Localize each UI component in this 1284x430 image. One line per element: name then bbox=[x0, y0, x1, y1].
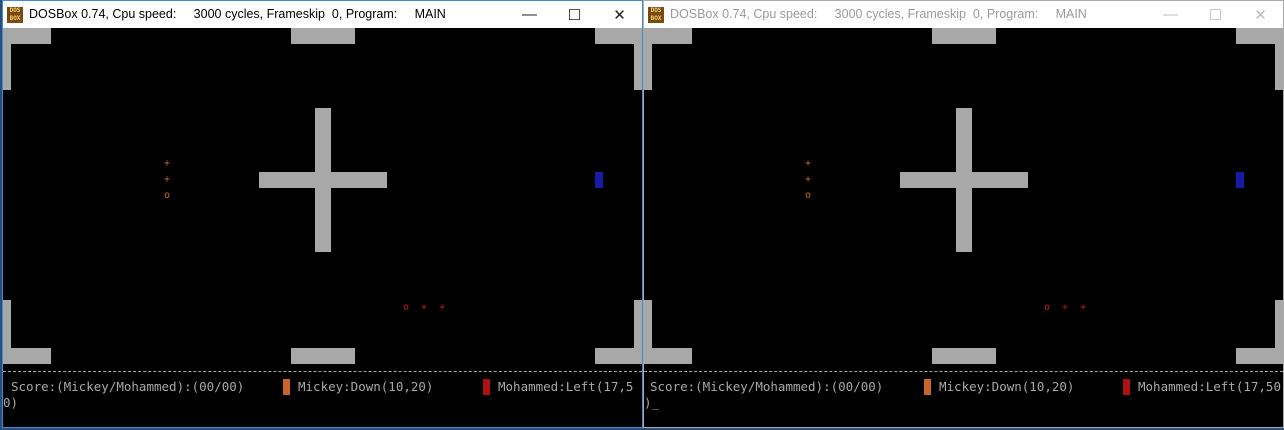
dosbox-window-right[interactable]: DOS BOX DOSBox 0.74, Cpu speed: 3000 cycl… bbox=[643, 0, 1284, 428]
window-title: DOSBox 0.74, Cpu speed: 3000 cycles, Fra… bbox=[29, 7, 446, 21]
score-text: Score:(Mickey/Mohammed):(00/00) bbox=[11, 379, 245, 394]
game-screen[interactable]: + + o o + + Score:(Mickey/Mohammed):(00/… bbox=[644, 28, 1283, 427]
wall-bottom-center bbox=[291, 348, 355, 364]
wall-top-center bbox=[932, 28, 996, 44]
snake-segment: + bbox=[164, 174, 171, 185]
player1-snake: + + o bbox=[805, 159, 811, 201]
wall-bottom-left-v bbox=[644, 300, 652, 364]
close-button[interactable]: ✕ bbox=[597, 1, 642, 28]
player2-color-swatch bbox=[1123, 379, 1130, 395]
wall-top-right-v bbox=[1275, 28, 1283, 90]
snake-segment: + bbox=[805, 158, 812, 169]
status-continuation: )_ bbox=[644, 395, 660, 410]
blue-block bbox=[595, 172, 603, 188]
cross-vertical bbox=[956, 108, 972, 252]
player2-status: Mohammed:Left(17,5 bbox=[498, 379, 634, 394]
snake-head: o bbox=[164, 190, 171, 201]
wall-bottom-right-v bbox=[1275, 300, 1283, 364]
status-continuation: 0) bbox=[3, 395, 19, 410]
game-screen[interactable]: + + o o + + Score:(Mickey/Mohammed):(00/… bbox=[3, 28, 642, 427]
wall-top-center bbox=[291, 28, 355, 44]
player1-color-swatch bbox=[924, 379, 931, 395]
player1-status: Mickey:Down(10,20) bbox=[298, 379, 434, 394]
status-divider bbox=[644, 371, 1283, 372]
score-text: Score:(Mickey/Mohammed):(00/00) bbox=[650, 379, 884, 394]
player1-color-swatch bbox=[283, 379, 290, 395]
minimize-button[interactable]: — bbox=[1148, 1, 1193, 28]
close-button[interactable]: ✕ bbox=[1238, 1, 1283, 28]
wall-top-right-v bbox=[634, 28, 642, 90]
snake-head: o bbox=[805, 190, 812, 201]
window-title: DOSBox 0.74, Cpu speed: 3000 cycles, Fra… bbox=[670, 7, 1087, 21]
wall-bottom-center bbox=[932, 348, 996, 364]
maximize-button[interactable]: ☐ bbox=[552, 1, 597, 28]
dosbox-app-icon[interactable]: DOS BOX bbox=[648, 7, 664, 23]
snake-segment: + bbox=[164, 158, 171, 169]
player2-status: Mohammed:Left(17,50 bbox=[1138, 379, 1281, 394]
player2-color-swatch bbox=[483, 379, 490, 395]
player1-snake: + + o bbox=[164, 159, 170, 201]
wall-top-left-v bbox=[644, 28, 652, 90]
wall-bottom-left-v bbox=[3, 300, 11, 364]
status-divider bbox=[3, 371, 642, 372]
player2-snake: o + + bbox=[1044, 302, 1090, 313]
maximize-button[interactable]: ☐ bbox=[1193, 1, 1238, 28]
snake-segment: + bbox=[805, 174, 812, 185]
dosbox-window-left[interactable]: DOS BOX DOSBox 0.74, Cpu speed: 3000 cycl… bbox=[2, 0, 643, 428]
cross-vertical bbox=[315, 108, 331, 252]
wall-top-left-v bbox=[3, 28, 11, 90]
blue-block bbox=[1236, 172, 1244, 188]
player2-snake: o + + bbox=[403, 302, 449, 313]
title-bar[interactable]: DOS BOX DOSBox 0.74, Cpu speed: 3000 cycl… bbox=[3, 1, 642, 28]
player1-status: Mickey:Down(10,20) bbox=[939, 379, 1075, 394]
title-bar[interactable]: DOS BOX DOSBox 0.74, Cpu speed: 3000 cycl… bbox=[644, 1, 1283, 28]
wall-bottom-right-v bbox=[634, 300, 642, 364]
minimize-button[interactable]: — bbox=[507, 1, 552, 28]
dosbox-app-icon[interactable]: DOS BOX bbox=[7, 7, 23, 23]
